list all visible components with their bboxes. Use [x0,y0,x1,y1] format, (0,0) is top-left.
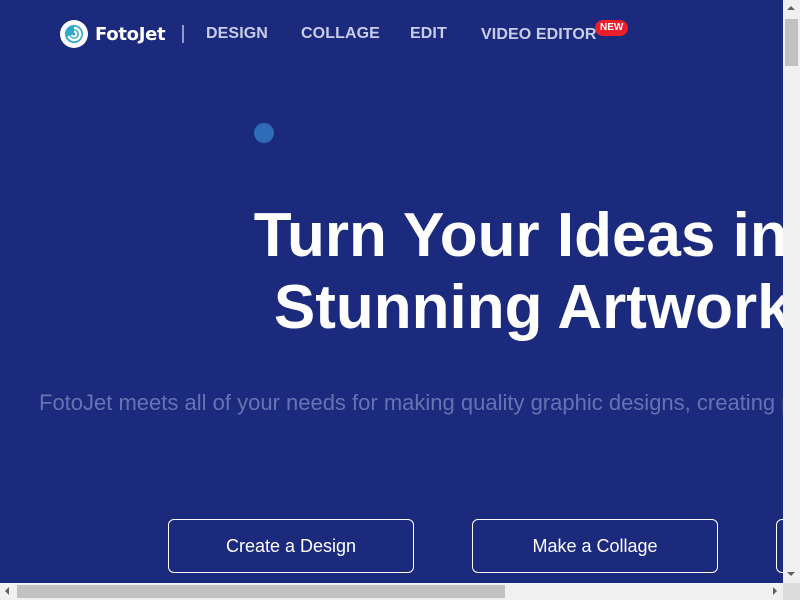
decorative-dot [254,123,274,143]
make-collage-button[interactable]: Make a Collage [472,519,718,573]
third-action-button[interactable] [776,519,783,573]
hero-subtitle: FotoJet meets all of your needs for maki… [39,390,783,415]
scroll-left-arrow-icon[interactable] [5,587,9,595]
logo-text: FotoJet [95,23,166,45]
fotojet-logo-icon [60,20,88,48]
scrollbar-corner [783,583,800,600]
page-viewport: FotoJet DESIGN COLLAGE EDIT VIDEO EDITOR… [0,0,783,583]
nav-video-editor[interactable]: VIDEO EDITOR [481,26,597,44]
horizontal-scrollbar-thumb[interactable] [17,585,505,598]
vertical-scrollbar[interactable] [783,0,800,583]
new-badge: NEW [595,20,629,36]
scroll-up-arrow-icon[interactable] [787,6,795,10]
hero-title-line-1: Turn Your Ideas into [253,201,783,270]
nav-divider [182,25,184,43]
nav-collage[interactable]: COLLAGE [301,25,380,43]
hero-title: Turn Your Ideas into Stunning Artworks [0,200,783,344]
hero-title-line-2: Stunning Artworks [273,273,783,342]
scroll-right-arrow-icon[interactable] [773,587,777,595]
vertical-scrollbar-thumb[interactable] [785,19,798,66]
create-design-button[interactable]: Create a Design [168,519,414,573]
nav-design[interactable]: DESIGN [206,25,268,43]
nav-edit[interactable]: EDIT [410,25,447,43]
scroll-down-arrow-icon[interactable] [787,572,795,576]
site-header: FotoJet DESIGN COLLAGE EDIT VIDEO EDITOR… [0,0,783,70]
fotojet-logo[interactable]: FotoJet [60,20,166,48]
